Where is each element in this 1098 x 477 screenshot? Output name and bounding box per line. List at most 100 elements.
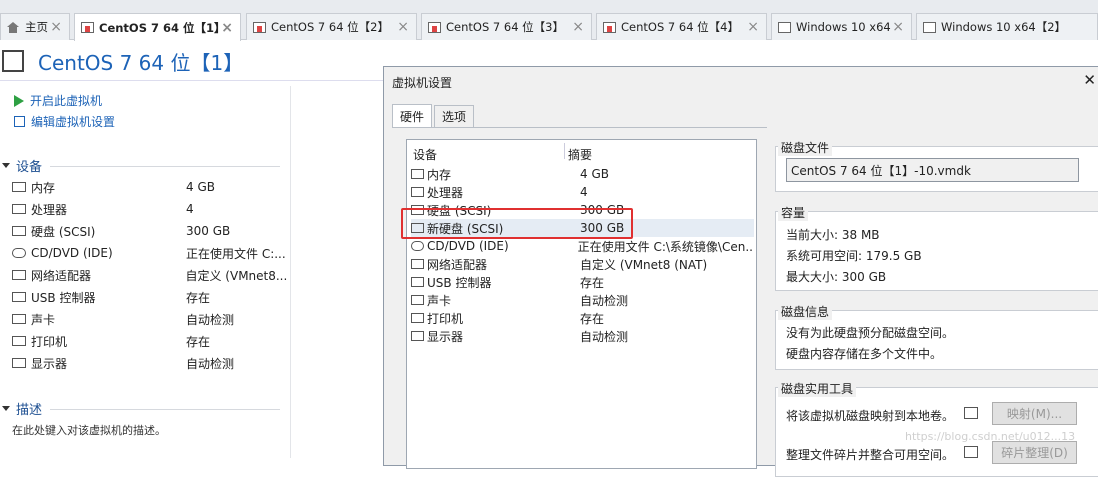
device-name: USB 控制器	[31, 290, 96, 305]
list-item-summary: 存在	[580, 311, 605, 326]
list-item-name: 处理器	[427, 185, 464, 200]
cpu-icon	[411, 187, 424, 197]
close-icon[interactable]: ×	[892, 19, 904, 35]
defrag-button[interactable]: 碎片整理(D)	[992, 441, 1077, 464]
list-item-name: USB 控制器	[427, 275, 492, 290]
device-row-usb[interactable]: USB 控制器 存在	[12, 286, 287, 308]
power-on-label: 开启此虚拟机	[30, 94, 103, 108]
device-row-sound[interactable]: 声卡 自动检测	[12, 308, 287, 330]
map-button[interactable]: 映射(M)...	[992, 402, 1077, 425]
device-value: 正在使用文件 C:...	[186, 246, 286, 261]
close-icon[interactable]: ×	[397, 19, 409, 35]
vm-icon	[253, 21, 266, 33]
tab-bar: 主页 × CentOS 7 64 位【1】 × CentOS 7 64 位【2】…	[0, 0, 1098, 41]
usb-icon	[12, 292, 26, 302]
disk-info-line: 硬盘内容存储在多个文件中。	[786, 347, 943, 361]
list-item[interactable]: 内存 4 GB	[411, 165, 754, 183]
info-icon	[964, 446, 978, 458]
device-row-display[interactable]: 显示器 自动检测	[12, 352, 287, 374]
list-item[interactable]: 处理器 4	[411, 183, 754, 201]
close-icon[interactable]: ×	[747, 19, 759, 35]
tab-label: CentOS 7 64 位【3】	[446, 20, 564, 34]
column-header-summary[interactable]: 摘要	[568, 146, 592, 163]
tab-options[interactable]: 选项	[434, 105, 475, 127]
list-item-summary: 4 GB	[580, 167, 609, 181]
disk-file-field[interactable]: CentOS 7 64 位【1】-10.vmdk	[786, 158, 1079, 182]
tab-centos-1[interactable]: CentOS 7 64 位【1】 ×	[74, 13, 241, 41]
tab-home[interactable]: 主页 ×	[0, 13, 70, 40]
printer-icon	[12, 336, 26, 346]
device-name: 打印机	[31, 334, 68, 349]
list-item[interactable]: 声卡 自动检测	[411, 291, 754, 309]
vm-icon	[81, 22, 94, 33]
home-icon	[7, 21, 20, 33]
list-item[interactable]: CD/DVD (IDE) 正在使用文件 C:\系统镜像\Cen...	[411, 237, 754, 255]
device-value: 4	[186, 202, 194, 216]
list-item[interactable]: USB 控制器 存在	[411, 273, 754, 291]
group-title: 磁盘实用工具	[778, 380, 857, 397]
collapse-icon	[2, 406, 10, 411]
tab-centos-4[interactable]: CentOS 7 64 位【4】 ×	[596, 13, 767, 40]
list-item-name: 显示器	[427, 329, 464, 344]
list-item[interactable]: 网络适配器 自定义 (VMnet8 (NAT)	[411, 255, 754, 273]
play-icon	[14, 94, 24, 107]
device-name: CD/DVD (IDE)	[31, 246, 113, 260]
tab-windows-1[interactable]: Windows 10 x64 ×	[771, 13, 912, 40]
close-icon[interactable]: ×	[221, 20, 233, 36]
list-item-name: 内存	[427, 167, 452, 182]
description-section-header[interactable]: 描述	[2, 399, 42, 418]
list-item[interactable]: 显示器 自动检测	[411, 327, 754, 345]
device-name: 网络适配器	[31, 268, 92, 283]
device-row-harddisk[interactable]: 硬盘 (SCSI) 300 GB	[12, 220, 287, 242]
vm-header: CentOS 7 64 位【1】	[0, 46, 243, 76]
tab-label: CentOS 7 64 位【4】	[621, 20, 739, 34]
selection-highlight-annotation	[401, 208, 633, 239]
tab-hardware[interactable]: 硬件	[392, 104, 433, 128]
network-icon	[12, 270, 26, 280]
list-item-summary: 自动检测	[580, 329, 629, 344]
edit-settings-link[interactable]: 编辑虚拟机设置	[14, 113, 115, 130]
device-row-printer[interactable]: 打印机 存在	[12, 330, 287, 352]
column-separator[interactable]	[564, 143, 565, 159]
display-icon	[411, 331, 424, 341]
vm-icon	[603, 21, 616, 33]
tab-label: 主页	[25, 20, 48, 34]
display-icon	[12, 358, 26, 368]
hardware-list[interactable]: 设备 摘要 内存 4 GB 处理器 4 硬盘 (SCSI) 300 GB 新硬盘…	[406, 139, 757, 469]
column-header-device[interactable]: 设备	[413, 146, 437, 163]
edit-settings-label: 编辑虚拟机设置	[31, 115, 116, 129]
close-icon[interactable]: ×	[50, 19, 62, 35]
tab-windows-2[interactable]: Windows 10 x64【2】	[916, 13, 1098, 40]
list-item-summary: 自定义 (VMnet8 (NAT)	[580, 257, 708, 272]
list-item[interactable]: 打印机 存在	[411, 309, 754, 327]
device-row-memory[interactable]: 内存 4 GB	[12, 176, 287, 198]
list-item-name: CD/DVD (IDE)	[427, 239, 509, 253]
device-row-cpu[interactable]: 处理器 4	[12, 198, 287, 220]
tab-centos-2[interactable]: CentOS 7 64 位【2】 ×	[246, 13, 417, 40]
info-icon	[964, 407, 978, 419]
watermark: https://blog.csdn.net/u012...13	[905, 430, 1076, 443]
section-title: 描述	[16, 403, 43, 418]
memory-icon	[12, 182, 26, 192]
description-placeholder[interactable]: 在此处键入对该虚拟机的描述。	[12, 422, 166, 438]
close-icon[interactable]: ✕	[1083, 71, 1096, 89]
device-name: 内存	[31, 180, 56, 195]
power-on-link[interactable]: 开启此虚拟机	[14, 92, 102, 109]
max-size: 最大大小: 300 GB	[786, 270, 887, 284]
device-value: 4 GB	[186, 180, 215, 194]
divider	[392, 127, 767, 128]
windows-icon	[778, 21, 791, 33]
edit-icon	[14, 116, 25, 127]
device-name: 硬盘 (SCSI)	[31, 224, 96, 239]
tab-centos-3[interactable]: CentOS 7 64 位【3】 ×	[421, 13, 592, 40]
close-icon[interactable]: ×	[572, 19, 584, 35]
list-item-name: 打印机	[427, 311, 464, 326]
divider	[50, 166, 280, 167]
device-row-network[interactable]: 网络适配器 自定义 (VMnet8...	[12, 264, 287, 286]
device-value: 300 GB	[186, 224, 231, 238]
cd-icon	[411, 241, 424, 251]
group-title: 磁盘信息	[778, 303, 833, 320]
device-row-cd[interactable]: CD/DVD (IDE) 正在使用文件 C:...	[12, 242, 287, 264]
page-title: CentOS 7 64 位【1】	[38, 50, 244, 75]
devices-section-header[interactable]: 设备	[2, 156, 42, 175]
